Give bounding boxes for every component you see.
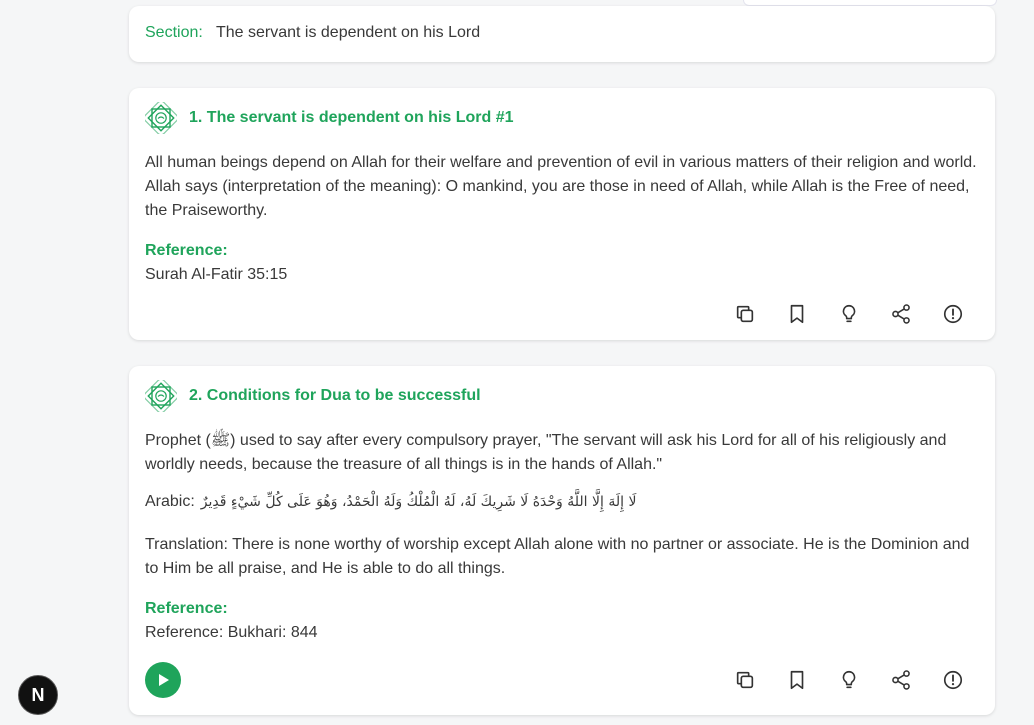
reference-text: Surah Al-Fatir 35:15 [145, 266, 288, 283]
dua-card-1: 1. The servant is dependent on his Lord … [129, 88, 995, 340]
card-title: 2. Conditions for Dua to be successful [189, 387, 481, 404]
reference-text: Reference: Bukhari: 844 [145, 624, 318, 641]
card-header: 1. The servant is dependent on his Lord … [145, 102, 514, 134]
share-button[interactable] [875, 299, 927, 329]
section-title: The servant is dependent on his Lord [215, 24, 481, 41]
bookmark-icon [786, 303, 808, 325]
card-body: Prophet (ﷺ) used to say after every comp… [145, 432, 947, 473]
dua-badge-icon [145, 102, 177, 134]
play-icon [159, 674, 169, 686]
lightbulb-button[interactable] [823, 665, 875, 695]
card-actions [719, 299, 979, 329]
lightbulb-icon [838, 303, 860, 325]
report-button[interactable] [927, 665, 979, 695]
share-icon [890, 303, 912, 325]
report-icon [942, 669, 964, 691]
card-actions [719, 665, 979, 695]
lightbulb-button[interactable] [823, 299, 875, 329]
lightbulb-icon [838, 669, 860, 691]
section-line: Section: The servant is dependent on his… [145, 24, 480, 42]
card-body: All human beings depend on Allah for the… [145, 154, 977, 219]
reference-label: Reference: [145, 242, 228, 259]
section-label: Section: [145, 24, 203, 41]
section-card: Section: The servant is dependent on his… [129, 6, 995, 62]
copy-icon [734, 669, 756, 691]
translation-text: Translation: There is none worthy of wor… [145, 536, 970, 577]
arabic-line: Arabic: لَا إِلَهَ إِلَّا اللَّهُ وَحْدَ… [145, 493, 636, 511]
reference-label: Reference: [145, 600, 228, 617]
share-button[interactable] [875, 665, 927, 695]
share-icon [890, 669, 912, 691]
bookmark-button[interactable] [771, 299, 823, 329]
copy-button[interactable] [719, 665, 771, 695]
bookmark-icon [786, 669, 808, 691]
dua-badge-icon [145, 380, 177, 412]
card-title: 1. The servant is dependent on his Lord … [189, 109, 514, 126]
dev-tools-badge[interactable]: N [18, 675, 58, 715]
bookmark-button[interactable] [771, 665, 823, 695]
report-icon [942, 303, 964, 325]
report-button[interactable] [927, 299, 979, 329]
card-header: 2. Conditions for Dua to be successful [145, 380, 481, 412]
copy-icon [734, 303, 756, 325]
copy-button[interactable] [719, 299, 771, 329]
dua-card-2: 2. Conditions for Dua to be successful P… [129, 366, 995, 715]
play-button[interactable] [145, 662, 181, 698]
arabic-label: Arabic: [145, 493, 195, 510]
arabic-text: لَا إِلَهَ إِلَّا اللَّهُ وَحْدَهُ لَا ش… [200, 494, 637, 510]
